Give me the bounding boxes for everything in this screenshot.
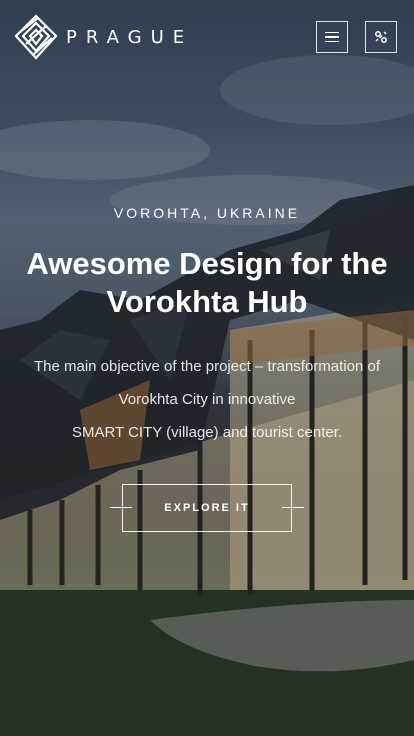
- location-label: VOROHTA, UKRAINE: [113, 205, 301, 221]
- cta-decoration-line-right: [282, 507, 304, 508]
- layered-diamond-logo-icon[interactable]: [14, 14, 58, 60]
- hero-description: The main objective of the project – tran…: [10, 350, 404, 449]
- cta-decoration-line-left: [110, 507, 132, 508]
- explore-it-button[interactable]: EXPLORE IT: [122, 484, 292, 532]
- hero-description-line: Vorokhta City in innovative: [118, 391, 296, 408]
- hero-headline: Awesome Design for the Vorokhta Hub: [26, 246, 388, 319]
- hero-description-line: The main objective of the project – tran…: [33, 358, 380, 375]
- brand-name[interactable]: PRAGUE: [66, 27, 193, 48]
- hero-description-line: SMART CITY (village) and tourist center.: [71, 424, 343, 441]
- hamburger-menu-icon: [325, 29, 339, 46]
- social-share-icon: [375, 31, 387, 43]
- social-button[interactable]: [365, 21, 397, 53]
- menu-button[interactable]: [316, 21, 348, 53]
